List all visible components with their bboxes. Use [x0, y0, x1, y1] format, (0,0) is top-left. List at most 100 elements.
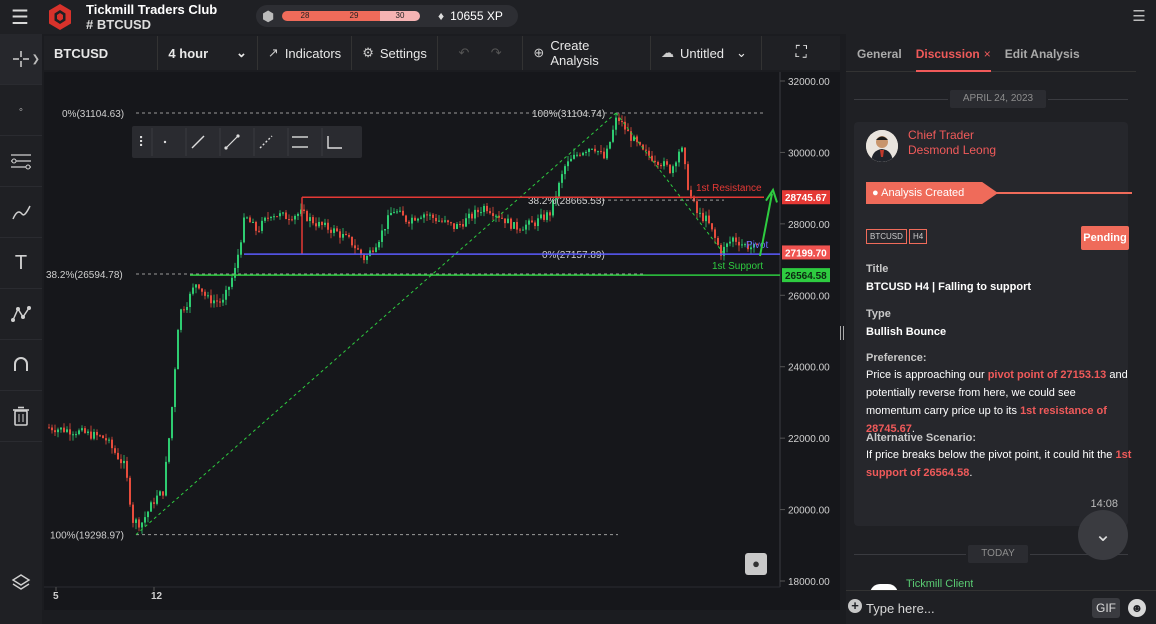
crosshair-tool[interactable]: ❯ [0, 34, 42, 85]
candle-body [519, 229, 521, 231]
magnet-tool[interactable] [0, 340, 42, 391]
tab-discussion[interactable]: Discussion × [915, 34, 991, 72]
candle-body [387, 215, 389, 229]
price-chart[interactable]: 32000.00 30000.00 28000.00 26000.00 24000.00… [44, 72, 840, 610]
panel-tabs: General Discussion × Edit Analysis [846, 34, 1136, 72]
candle-body [396, 211, 398, 213]
chart-area[interactable]: 32000.00 30000.00 28000.00 26000.00 24000.00… [44, 72, 840, 610]
plus-icon[interactable]: + [848, 599, 862, 613]
redo-icon[interactable]: ↷ [491, 45, 502, 61]
candle-body [729, 241, 731, 244]
timeframe-selector[interactable]: 4 hour ⌄ [158, 36, 258, 70]
candle-body [546, 212, 548, 220]
candle-body [549, 212, 551, 216]
candle-body [717, 237, 719, 245]
candle-body [732, 237, 734, 242]
candle-body [591, 148, 593, 150]
candle-body [60, 427, 62, 430]
next-author: Tickmill Client [906, 578, 974, 588]
brush-tool[interactable] [0, 187, 42, 238]
candle-body [240, 242, 242, 255]
indicators-button[interactable]: ↗ Indicators [258, 36, 353, 70]
candle-body [567, 161, 569, 167]
candle-body [426, 214, 428, 216]
message-input[interactable] [866, 597, 1086, 619]
candle-body [345, 233, 347, 235]
candle-body [483, 205, 485, 213]
menu-icon[interactable]: ☰ [0, 0, 40, 34]
candle-body [315, 223, 317, 227]
chevron-right-icon[interactable]: ❯ [32, 54, 40, 65]
dot-tool[interactable]: ◦ [0, 85, 42, 136]
candle-body [348, 234, 350, 237]
undo-redo-group: ↶ ↷ [438, 36, 524, 70]
candle-body [570, 158, 572, 162]
gear-icon: ⚙ [362, 45, 374, 60]
delete-tool[interactable] [0, 391, 42, 442]
candle-body [711, 223, 713, 230]
candle-body [579, 154, 581, 156]
analysis-panel: General Discussion × Edit Analysis APRIL … [846, 34, 1156, 624]
candle-body [333, 228, 335, 233]
close-icon[interactable]: × [984, 47, 991, 61]
candle-body [207, 295, 209, 297]
candle-body [201, 288, 203, 292]
candle-body [267, 217, 269, 219]
xp-bar: ⬢ 28 29 30 ♦ 10655 XP [256, 5, 518, 27]
symbol-selector[interactable]: BTCUSD [44, 36, 159, 70]
y-tick-label: 18000.00 [788, 577, 830, 588]
y-tick-label: 26000.00 [788, 291, 830, 302]
tab-edit-analysis[interactable]: Edit Analysis [1005, 34, 1080, 72]
support-label: 1st Support [712, 261, 763, 272]
candle-body [213, 300, 215, 304]
candle-body [435, 217, 437, 222]
price-badge-label: 28745.67 [785, 193, 827, 204]
candle-body [249, 217, 251, 223]
candle-body [75, 434, 77, 436]
candle-body [192, 287, 194, 294]
emoji-icon[interactable]: ☻ [1128, 599, 1146, 617]
dot-icon: ◦ [19, 104, 23, 116]
candle-body [303, 209, 305, 212]
candle-body [204, 291, 206, 296]
pref-highlight-pivot: pivot point of 27153.13 [987, 369, 1107, 381]
text-tool[interactable]: T [0, 238, 42, 289]
lightbulb-icon[interactable]: ● [745, 553, 767, 575]
candle-body [687, 164, 689, 190]
layers-tool[interactable] [0, 556, 42, 607]
candle-body [522, 229, 524, 231]
price-badge-label: 26564.58 [785, 271, 827, 282]
candle-body [702, 212, 704, 222]
xp-level-30: 30 [380, 11, 420, 21]
checklist-icon[interactable]: ☰ [1130, 7, 1148, 25]
candle-body [93, 431, 95, 439]
undo-icon[interactable]: ↶ [459, 45, 470, 61]
candle-body [69, 429, 71, 435]
candle-body [600, 151, 602, 153]
scroll-down-button[interactable]: ⌄ [1078, 510, 1128, 560]
create-analysis-button[interactable]: ⊕ Create Analysis [523, 36, 651, 70]
candle-body [177, 329, 179, 370]
candle-body [147, 511, 149, 518]
tab-general[interactable]: General [857, 34, 902, 72]
candle-body [525, 224, 527, 230]
date-badge: APRIL 24, 2023 [950, 90, 1046, 108]
panel-resize-handle[interactable] [840, 326, 844, 340]
title-value: BTCUSD H4 | Falling to support [866, 281, 1032, 293]
candle-body [321, 221, 323, 226]
candle-body [312, 217, 314, 224]
x-tick-label: 5 [53, 591, 59, 602]
candle-body [621, 121, 623, 123]
candle-body [351, 236, 353, 246]
today-badge: TODAY [968, 545, 1028, 563]
candle-body [477, 209, 479, 213]
pattern-tool[interactable] [0, 289, 42, 340]
candle-body [675, 162, 677, 167]
layout-selector[interactable]: ☁ Untitled ⌄ [651, 36, 763, 70]
gif-button[interactable]: GIF [1092, 598, 1120, 618]
lines-tool[interactable] [0, 136, 42, 187]
settings-button[interactable]: ⚙ Settings [352, 36, 438, 70]
message-input-bar: + GIF ☻ [846, 590, 1156, 624]
fullscreen-button[interactable]: ⛶ [762, 36, 840, 70]
candle-body [507, 218, 509, 224]
